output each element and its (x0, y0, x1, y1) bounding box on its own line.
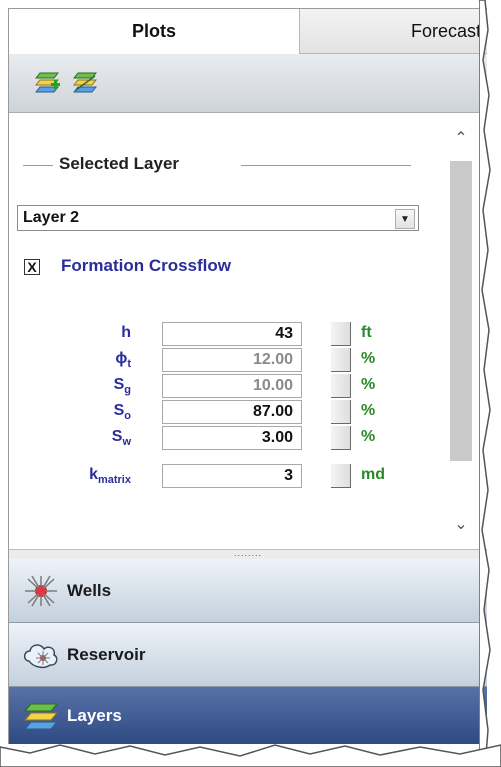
param-sg-unit: % (361, 376, 376, 393)
group-divider-right (241, 165, 411, 166)
param-sw-unit: % (361, 428, 376, 445)
param-label-porosity: ϕt (115, 350, 131, 371)
param-porosity-unit: % (361, 350, 376, 367)
nav-reservoir-label: Reservoir (67, 644, 146, 664)
layer-dropdown-value: Layer 2 (23, 209, 80, 226)
tab-plots[interactable]: Plots (9, 9, 300, 54)
scroll-thumb[interactable] (450, 161, 472, 461)
nav-reservoir[interactable]: Reservoir (9, 623, 487, 687)
param-h-input[interactable]: 43 (162, 322, 302, 346)
param-sw-unit-button[interactable] (331, 426, 351, 450)
param-sg-unit-button[interactable] (331, 374, 351, 398)
param-kmatrix-input[interactable]: 3 (162, 464, 302, 488)
group-divider-left (23, 165, 53, 166)
nav-wells-label: Wells (67, 580, 112, 600)
param-kmatrix-unit: md (361, 466, 385, 483)
layer-dropdown[interactable]: Layer 2 ▼ (17, 205, 419, 231)
param-label-sg: Sg (113, 376, 131, 397)
tab-bar: Plots Forecast (9, 9, 487, 54)
tab-plots-label: Plots (131, 21, 176, 41)
param-label-kmatrix: kmatrix (89, 466, 131, 487)
param-kmatrix-unit-button[interactable] (331, 464, 351, 488)
param-so-unit: % (361, 402, 376, 419)
reservoir-icon (23, 643, 58, 668)
vertical-scrollbar[interactable]: ⌃ ⌄ (446, 123, 476, 539)
param-label-so: So (113, 402, 131, 423)
param-so-unit-button[interactable] (331, 400, 351, 424)
nav-layers-label: Layers (67, 705, 122, 725)
formation-crossflow-label: Formation Crossflow (61, 256, 232, 275)
panel-window: Plots Forecast ⌃ ⌄ Selected Layer Layer … (8, 8, 487, 744)
param-h-unit: ft (361, 324, 372, 341)
torn-edge-right (479, 0, 491, 767)
remove-layer-icon[interactable] (73, 70, 99, 94)
nav-wells[interactable]: Wells (9, 559, 487, 623)
formation-crossflow-checkbox[interactable]: X (24, 259, 40, 275)
layers-icon (23, 703, 59, 729)
param-so-input[interactable]: 87.00 (162, 400, 302, 424)
tab-forecast[interactable]: Forecast (300, 9, 487, 53)
param-sg-input[interactable]: 10.00 (162, 374, 302, 398)
tab-forecast-label: Forecast (410, 20, 481, 41)
param-sw-input[interactable]: 3.00 (162, 426, 302, 450)
scroll-down-icon[interactable]: ⌄ (446, 509, 476, 539)
add-layer-icon[interactable] (35, 70, 61, 94)
selected-layer-heading: Selected Layer (59, 154, 180, 173)
param-label-sw: Sw (111, 428, 131, 449)
layer-properties-panel: ⌃ ⌄ Selected Layer Layer 2 ▼ X Formation… (9, 113, 487, 549)
layer-toolbar (9, 54, 487, 113)
wells-icon (25, 575, 57, 606)
scroll-up-icon[interactable]: ⌃ (446, 123, 476, 153)
param-porosity-unit-button[interactable] (331, 348, 351, 372)
torn-edge-bottom (0, 744, 501, 767)
param-h-unit-button[interactable] (331, 322, 351, 346)
nav-layers[interactable]: Layers (9, 687, 487, 744)
chevron-down-icon[interactable]: ▼ (395, 209, 415, 229)
param-porosity-input[interactable]: 12.00 (162, 348, 302, 372)
param-label-h: h (121, 324, 131, 341)
